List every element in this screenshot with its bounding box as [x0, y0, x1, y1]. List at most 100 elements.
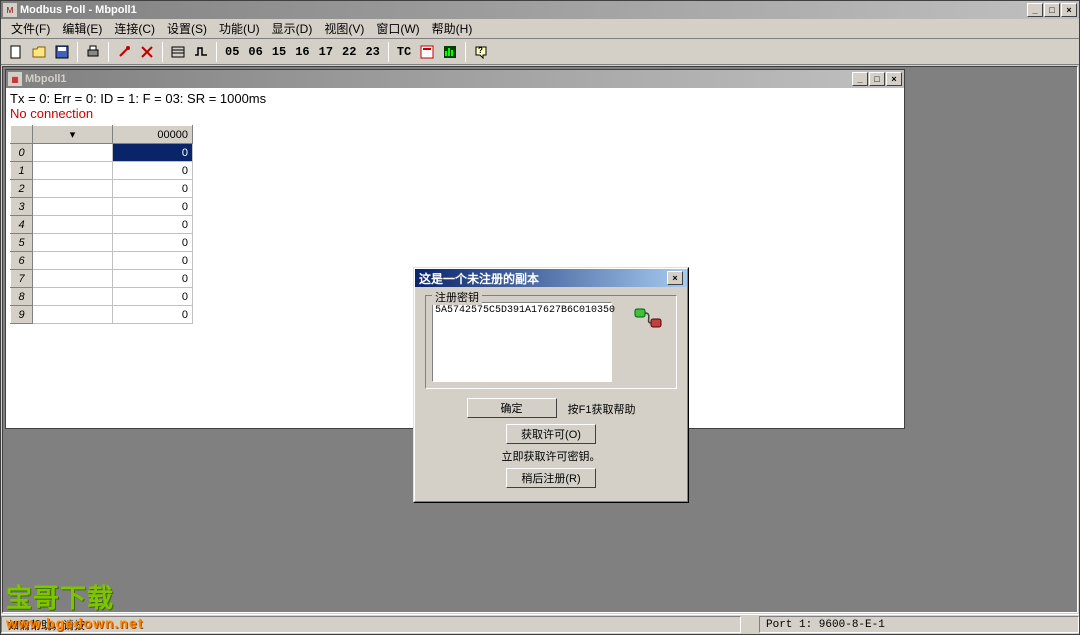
row-header[interactable]: 9	[11, 306, 33, 324]
cell-alias[interactable]	[33, 144, 113, 162]
child-window-controls: _ □ ×	[852, 72, 902, 86]
doc-icon: ▦	[8, 72, 22, 86]
menu-functions[interactable]: 功能(U)	[213, 18, 266, 39]
cell-value[interactable]: 0	[113, 234, 193, 252]
cell-value[interactable]: 0	[113, 216, 193, 234]
func-05[interactable]: 05	[221, 41, 243, 63]
toolbar-separator	[162, 42, 163, 62]
svg-text:?: ?	[478, 46, 483, 55]
child-close-button[interactable]: ×	[886, 72, 902, 86]
func-22[interactable]: 22	[338, 41, 360, 63]
dialog-close-button[interactable]: ×	[667, 271, 683, 285]
row-header[interactable]: 1	[11, 162, 33, 180]
dialog-title-bar: 这是一个未注册的副本 ×	[415, 269, 687, 287]
save-icon[interactable]	[51, 41, 73, 63]
main-window: M Modbus Poll - Mbpoll1 _ □ × 文件(F) 编辑(E…	[0, 0, 1080, 635]
child-title-bar: ▦ Mbpoll1 _ □ ×	[6, 70, 904, 88]
func-16[interactable]: 16	[291, 41, 313, 63]
table-row: 90	[11, 306, 193, 324]
menu-file[interactable]: 文件(F)	[5, 18, 56, 39]
menu-help[interactable]: 帮助(H)	[426, 18, 479, 39]
watermark-line1: 宝哥下载	[6, 578, 143, 615]
watermark-line2: www.bgedown.net	[6, 615, 143, 631]
row-header[interactable]: 5	[11, 234, 33, 252]
disconnect-icon[interactable]	[136, 41, 158, 63]
cell-alias[interactable]	[33, 270, 113, 288]
print-icon[interactable]	[82, 41, 104, 63]
connector-icon	[632, 302, 664, 334]
func-23[interactable]: 23	[361, 41, 383, 63]
child-minimize-button[interactable]: _	[852, 72, 868, 86]
no-connection-label: No connection	[10, 106, 900, 121]
menu-window[interactable]: 窗口(W)	[370, 18, 425, 39]
cell-alias[interactable]	[33, 288, 113, 306]
key-textarea[interactable]: 5A5742575C5D391A17627B6C010350	[432, 302, 612, 382]
pulse-icon[interactable]	[190, 41, 212, 63]
func-15[interactable]: 15	[268, 41, 290, 63]
poll-status: Tx = 0: Err = 0: ID = 1: F = 03: SR = 10…	[10, 91, 900, 106]
new-icon[interactable]	[5, 41, 27, 63]
cell-alias[interactable]	[33, 306, 113, 324]
row-header[interactable]: 0	[11, 144, 33, 162]
row-header[interactable]: 3	[11, 198, 33, 216]
cell-value[interactable]: 0	[113, 144, 193, 162]
window-controls: _ □ ×	[1027, 3, 1077, 17]
definition-icon[interactable]	[167, 41, 189, 63]
data-table: ▾ 00000 00102030405060708090	[10, 125, 193, 324]
child-maximize-button[interactable]: □	[869, 72, 885, 86]
toolbar-separator	[77, 42, 78, 62]
main-title-bar: M Modbus Poll - Mbpoll1 _ □ ×	[1, 1, 1079, 19]
table-row: 70	[11, 270, 193, 288]
traffic-icon[interactable]	[439, 41, 461, 63]
menu-edit[interactable]: 编辑(E)	[56, 18, 108, 39]
cell-value[interactable]: 0	[113, 270, 193, 288]
func-06[interactable]: 06	[244, 41, 266, 63]
help-icon[interactable]: ?	[470, 41, 492, 63]
cell-alias[interactable]	[33, 180, 113, 198]
table-row: 00	[11, 144, 193, 162]
cell-value[interactable]: 0	[113, 252, 193, 270]
connect-icon[interactable]	[113, 41, 135, 63]
registration-dialog: 这是一个未注册的副本 × 注册密钥 5A5742575C5D391A17627B…	[413, 267, 689, 503]
app-icon: M	[3, 3, 17, 17]
cell-alias[interactable]	[33, 162, 113, 180]
get-license-button[interactable]: 获取许可(O)	[506, 424, 596, 444]
cell-alias[interactable]	[33, 198, 113, 216]
cell-alias[interactable]	[33, 252, 113, 270]
table-row: 60	[11, 252, 193, 270]
cell-value[interactable]: 0	[113, 180, 193, 198]
row-header[interactable]: 8	[11, 288, 33, 306]
row-header[interactable]: 2	[11, 180, 33, 198]
menu-bar: 文件(F) 编辑(E) 连接(C) 设置(S) 功能(U) 显示(D) 视图(V…	[1, 19, 1079, 39]
cell-alias[interactable]	[33, 234, 113, 252]
help-hint: 按F1获取帮助	[568, 401, 636, 417]
license-hint: 立即获取许可密钥。	[425, 448, 677, 464]
menu-setup[interactable]: 设置(S)	[161, 18, 213, 39]
table-col1-header[interactable]: ▾	[33, 126, 113, 144]
close-button[interactable]: ×	[1061, 3, 1077, 17]
open-icon[interactable]	[28, 41, 50, 63]
log-icon[interactable]	[416, 41, 438, 63]
menu-view[interactable]: 视图(V)	[318, 18, 370, 39]
cell-value[interactable]: 0	[113, 288, 193, 306]
row-header[interactable]: 7	[11, 270, 33, 288]
table-corner[interactable]	[11, 126, 33, 144]
ok-button[interactable]: 确定	[467, 398, 557, 418]
minimize-button[interactable]: _	[1027, 3, 1043, 17]
cell-alias[interactable]	[33, 216, 113, 234]
cell-value[interactable]: 0	[113, 306, 193, 324]
watermark: 宝哥下载 www.bgedown.net	[6, 578, 143, 631]
row-header[interactable]: 6	[11, 252, 33, 270]
row-header[interactable]: 4	[11, 216, 33, 234]
cell-value[interactable]: 0	[113, 162, 193, 180]
maximize-button[interactable]: □	[1044, 3, 1060, 17]
register-later-button[interactable]: 稍后注册(R)	[506, 468, 596, 488]
menu-display[interactable]: 显示(D)	[266, 18, 319, 39]
func-17[interactable]: 17	[315, 41, 337, 63]
table-row: 80	[11, 288, 193, 306]
toolbar: 05 06 15 16 17 22 23 TC ?	[1, 39, 1079, 65]
cell-value[interactable]: 0	[113, 198, 193, 216]
menu-connection[interactable]: 连接(C)	[108, 18, 161, 39]
test-center[interactable]: TC	[393, 41, 415, 63]
table-col2-header[interactable]: 00000	[113, 126, 193, 144]
